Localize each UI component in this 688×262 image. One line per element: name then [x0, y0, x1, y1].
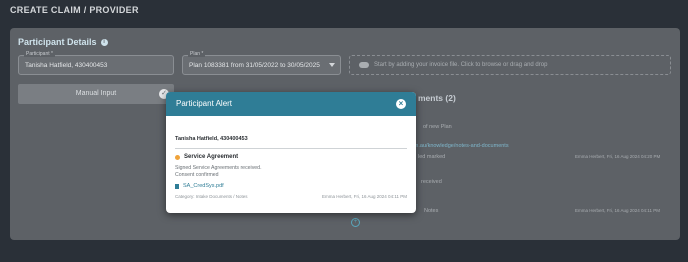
status-dot-icon	[175, 154, 180, 160]
alert-author-time: Emma Herbert, Fri, 16 Aug 2024 04:11 PM	[322, 194, 407, 199]
alert-meta: Category: Intake Documents / Notes Emma …	[175, 194, 407, 199]
bg-note-line5: Notes	[424, 208, 439, 214]
modal-participant: Tanisha Hatfield, 430400453	[175, 136, 248, 142]
bg-note-line1: of new Plan	[423, 124, 452, 130]
bg-note-link[interactable]: com.au/knowledge/notes-and-documents	[408, 143, 509, 149]
modal-title: Participant Alert	[176, 99, 233, 108]
modal-body: Tanisha Hatfield, 430400453 Service Agre…	[166, 136, 416, 199]
participant-field-label: Participant *	[24, 51, 55, 57]
close-icon[interactable]: ×	[396, 99, 406, 109]
attachment-link[interactable]: SA_CredSys.pdf	[183, 183, 224, 189]
alert-body-line2: Consent confirmed	[175, 171, 219, 178]
alert-heading-row: Service Agreement	[175, 154, 407, 160]
bg-note-line3: led marked	[418, 154, 446, 160]
plan-select[interactable]: Plan * Plan 1083381 from 31/05/2022 to 3…	[182, 51, 341, 75]
modal-header: Participant Alert ×	[166, 92, 416, 116]
bg-note-timestamp-1: Emma Herbert, Fri, 16 Aug 2024 04:20 PM	[575, 154, 661, 159]
manual-input-button[interactable]: Manual Input ✓	[18, 84, 174, 104]
invoice-dropzone[interactable]: Start by adding your invoice file. Click…	[349, 55, 671, 75]
page-title: CREATE CLAIM / PROVIDER	[10, 5, 139, 15]
documents-title: ments (2)	[418, 93, 456, 103]
info-icon[interactable]: i	[100, 38, 108, 46]
alert-body: Signed Service Agreements received. Cons…	[175, 165, 407, 178]
attachment-row[interactable]: SA_CredSys.pdf	[175, 183, 407, 189]
participant-details-title: Participant Details i	[18, 37, 108, 47]
manual-input-label: Manual Input	[75, 90, 117, 97]
modal-divider	[175, 148, 407, 149]
participant-field[interactable]: Participant * Tanisha Hatfield, 43040045…	[18, 51, 174, 75]
participant-alert-modal: Participant Alert × Tanisha Hatfield, 43…	[166, 92, 416, 213]
alert-title: Service Agreement	[184, 154, 239, 160]
plan-select-label: Plan *	[188, 51, 206, 57]
plan-select-value: Plan 1083381 from 31/05/2022 to 30/05/20…	[189, 62, 320, 69]
file-icon	[175, 183, 179, 189]
bg-note-timestamp-2: Emma Herbert, Fri, 16 Aug 2024 04:11 PM	[575, 208, 660, 213]
add-note-icon[interactable]: +	[351, 218, 360, 227]
alert-category: Category: Intake Documents / Notes	[175, 194, 248, 199]
participant-field-value: Tanisha Hatfield, 430400453	[25, 62, 108, 69]
chevron-down-icon	[329, 63, 335, 67]
dropzone-text: Start by adding your invoice file. Click…	[374, 62, 548, 68]
cloud-upload-icon	[359, 62, 369, 68]
bg-note-line4: received	[421, 179, 442, 185]
participant-details-label: Participant Details	[18, 37, 97, 47]
